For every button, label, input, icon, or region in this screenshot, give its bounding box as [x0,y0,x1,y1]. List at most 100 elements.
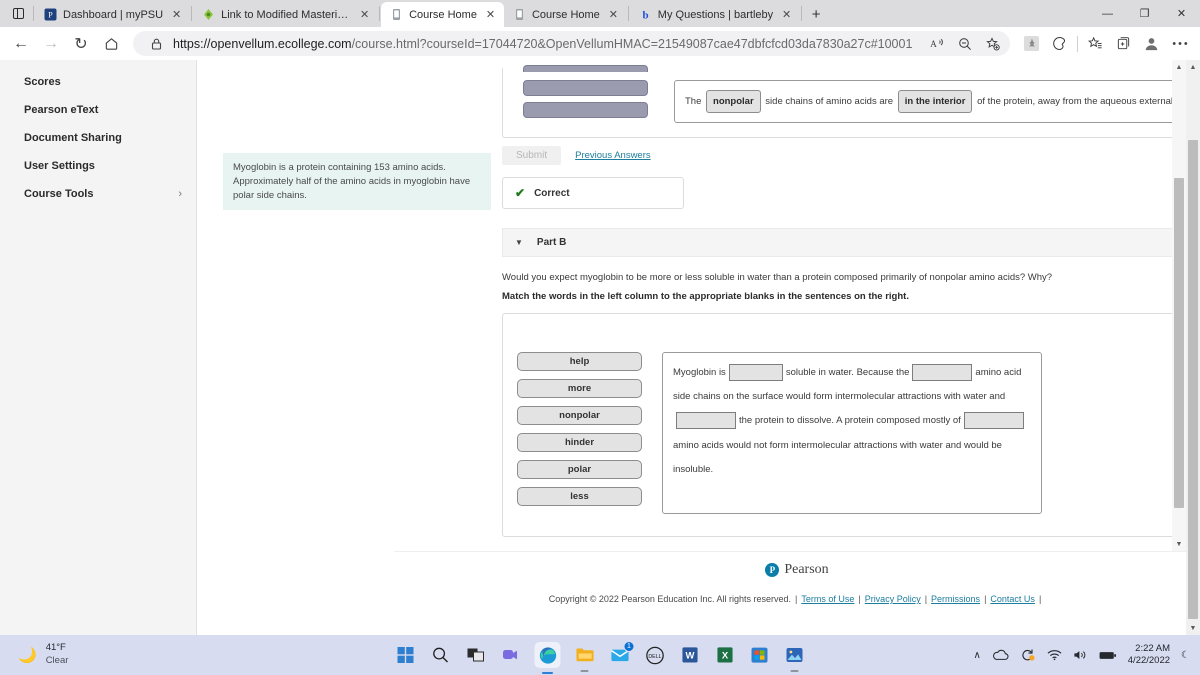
word-tile-help[interactable]: help [517,352,642,371]
content-scrollbar[interactable]: ▲ ▼ [1172,60,1186,551]
close-icon[interactable]: ✕ [483,7,498,22]
hint-callout: Myoglobin is a protein containing 153 am… [223,153,491,211]
notification-bell-icon[interactable]: ☾ [1181,650,1190,661]
filled-answer-in-the-interior[interactable]: in the interior [897,90,973,113]
link-separator: | [858,594,861,604]
browser-tab-label: Dashboard | myPSU [63,8,164,21]
settings-more-icon[interactable] [1166,30,1193,57]
back-button[interactable]: ← [7,30,35,58]
volume-icon[interactable] [1073,649,1088,661]
used-tile[interactable] [523,102,648,118]
check-icon: ✔ [515,186,526,200]
contact-us-link[interactable]: Contact Us [990,594,1035,604]
collections-icon[interactable] [1110,30,1137,57]
used-tile[interactable] [523,80,648,96]
part-b-header[interactable]: ▼ Part B [502,228,1200,257]
browser-essentials-icon[interactable] [1046,30,1073,57]
minimize-button[interactable]: — [1089,0,1126,27]
pearson-mark-icon: P [765,563,780,577]
previous-answers-link[interactable]: Previous Answers [575,150,651,161]
forward-button[interactable]: → [37,30,65,58]
drop-blank-1[interactable] [728,363,783,381]
page-scrollbar-thumb[interactable] [1188,140,1198,619]
show-hidden-icons-button[interactable]: ∧ [973,650,980,661]
scrollbar-thumb[interactable] [1174,178,1184,508]
edge-icon[interactable] [534,642,561,674]
file-explorer-icon[interactable] [574,644,596,672]
word-icon[interactable]: W [679,644,701,666]
mastering-favicon [202,8,215,21]
page-scroll-up-arrow[interactable]: ▲ [1186,60,1200,74]
word-tile-nonpolar[interactable]: nonpolar [517,406,642,425]
sidebar-item-user-settings[interactable]: User Settings [0,152,196,180]
word-tile-less[interactable]: less [517,487,642,506]
task-view-icon[interactable] [465,644,487,666]
favorites-icon[interactable] [1082,30,1109,57]
browser-tab-course-home-active[interactable]: Course Home ✕ [381,2,504,27]
chevron-down-icon[interactable]: ▼ [515,238,523,247]
onedrive-icon[interactable] [992,649,1009,661]
microsoft-store-icon[interactable] [749,644,771,666]
sentence-text: of the protein, away from the aqueous ex… [977,96,1200,107]
sentence-text: amino acids would not form intermolecula… [673,439,1002,475]
drop-blank-2[interactable] [912,363,973,381]
copyright-text: Copyright © 2022 Pearson Education Inc. … [548,594,791,604]
excel-icon[interactable]: X [714,644,736,666]
extension-icon[interactable] [1018,30,1045,57]
refresh-button[interactable]: ↻ [67,30,95,58]
browser-tab-dashboard[interactable]: P Dashboard | myPSU ✕ [35,2,190,27]
new-tab-button[interactable]: + [803,2,829,27]
close-icon[interactable]: ✕ [606,7,621,22]
battery-icon[interactable] [1099,650,1117,661]
teams-icon[interactable] [500,644,522,666]
update-icon[interactable] [1020,648,1036,662]
close-icon[interactable]: ✕ [357,7,372,22]
sidebar-item-course-tools[interactable]: Course Tools › [0,180,196,208]
terms-of-use-link[interactable]: Terms of Use [801,594,854,604]
photos-icon[interactable] [784,644,806,672]
scroll-up-arrow[interactable]: ▲ [1172,60,1186,74]
profile-icon[interactable] [1138,30,1165,57]
word-tile-polar[interactable]: polar [517,460,642,479]
weather-widget[interactable]: 🌙 41°F Clear [0,642,68,668]
mail-icon[interactable]: 1 [609,641,635,666]
permissions-link[interactable]: Permissions [931,594,980,604]
sidebar-item-label: Document Sharing [24,132,122,144]
sidebar-item-scores[interactable]: Scores [0,68,196,96]
privacy-policy-link[interactable]: Privacy Policy [865,594,921,604]
home-button[interactable] [97,30,125,58]
start-button[interactable] [395,644,417,666]
read-aloud-icon[interactable]: A [926,33,948,55]
browser-tab-course-home-2[interactable]: Course Home ✕ [504,2,627,27]
wifi-icon[interactable] [1047,649,1062,661]
filled-answer-nonpolar[interactable]: nonpolar [706,90,761,113]
drop-blank-3[interactable] [676,412,736,430]
close-icon[interactable]: ✕ [779,7,794,22]
scroll-down-arrow[interactable]: ▼ [1172,537,1186,551]
browser-tab-mastering[interactable]: Link to Modified MasteringChem ✕ [193,2,378,27]
sidebar-item-pearson-etext[interactable]: Pearson eText [0,96,196,124]
sidebar-item-document-sharing[interactable]: Document Sharing [0,124,196,152]
pearson-footer: P Pearson Copyright © 2022 Pearson Educa… [394,551,1200,635]
taskbar-clock[interactable]: 2:22 AM 4/22/2022 [1128,643,1170,668]
search-icon[interactable] [430,644,452,666]
sidebar-item-label: User Settings [24,160,95,172]
maximize-button[interactable]: ❐ [1126,0,1163,27]
page-scrollbar[interactable]: ▲ ▼ [1186,60,1200,635]
running-indicator [580,670,589,672]
page-scroll-down-arrow[interactable]: ▼ [1186,621,1200,635]
browser-tab-bartleby[interactable]: b My Questions | bartleby ✕ [630,2,800,27]
close-icon[interactable]: ✕ [169,7,184,22]
drop-blank-4[interactable] [963,412,1024,430]
add-favorite-icon[interactable] [982,33,1004,55]
word-tile-more[interactable]: more [517,379,642,398]
word-tile-hinder[interactable]: hinder [517,433,642,452]
dell-icon[interactable]: DELL [644,644,666,666]
address-bar[interactable]: https://openvellum.ecollege.com/course.h… [133,31,1010,56]
sentence-text: The [685,96,702,107]
url-path: /course.html?courseId=17044720&OpenVellu… [351,36,913,51]
tab-actions-icon[interactable] [4,0,32,27]
zoom-out-icon[interactable] [954,33,976,55]
mail-badge: 1 [623,641,635,652]
window-close-button[interactable]: ✕ [1163,0,1200,27]
